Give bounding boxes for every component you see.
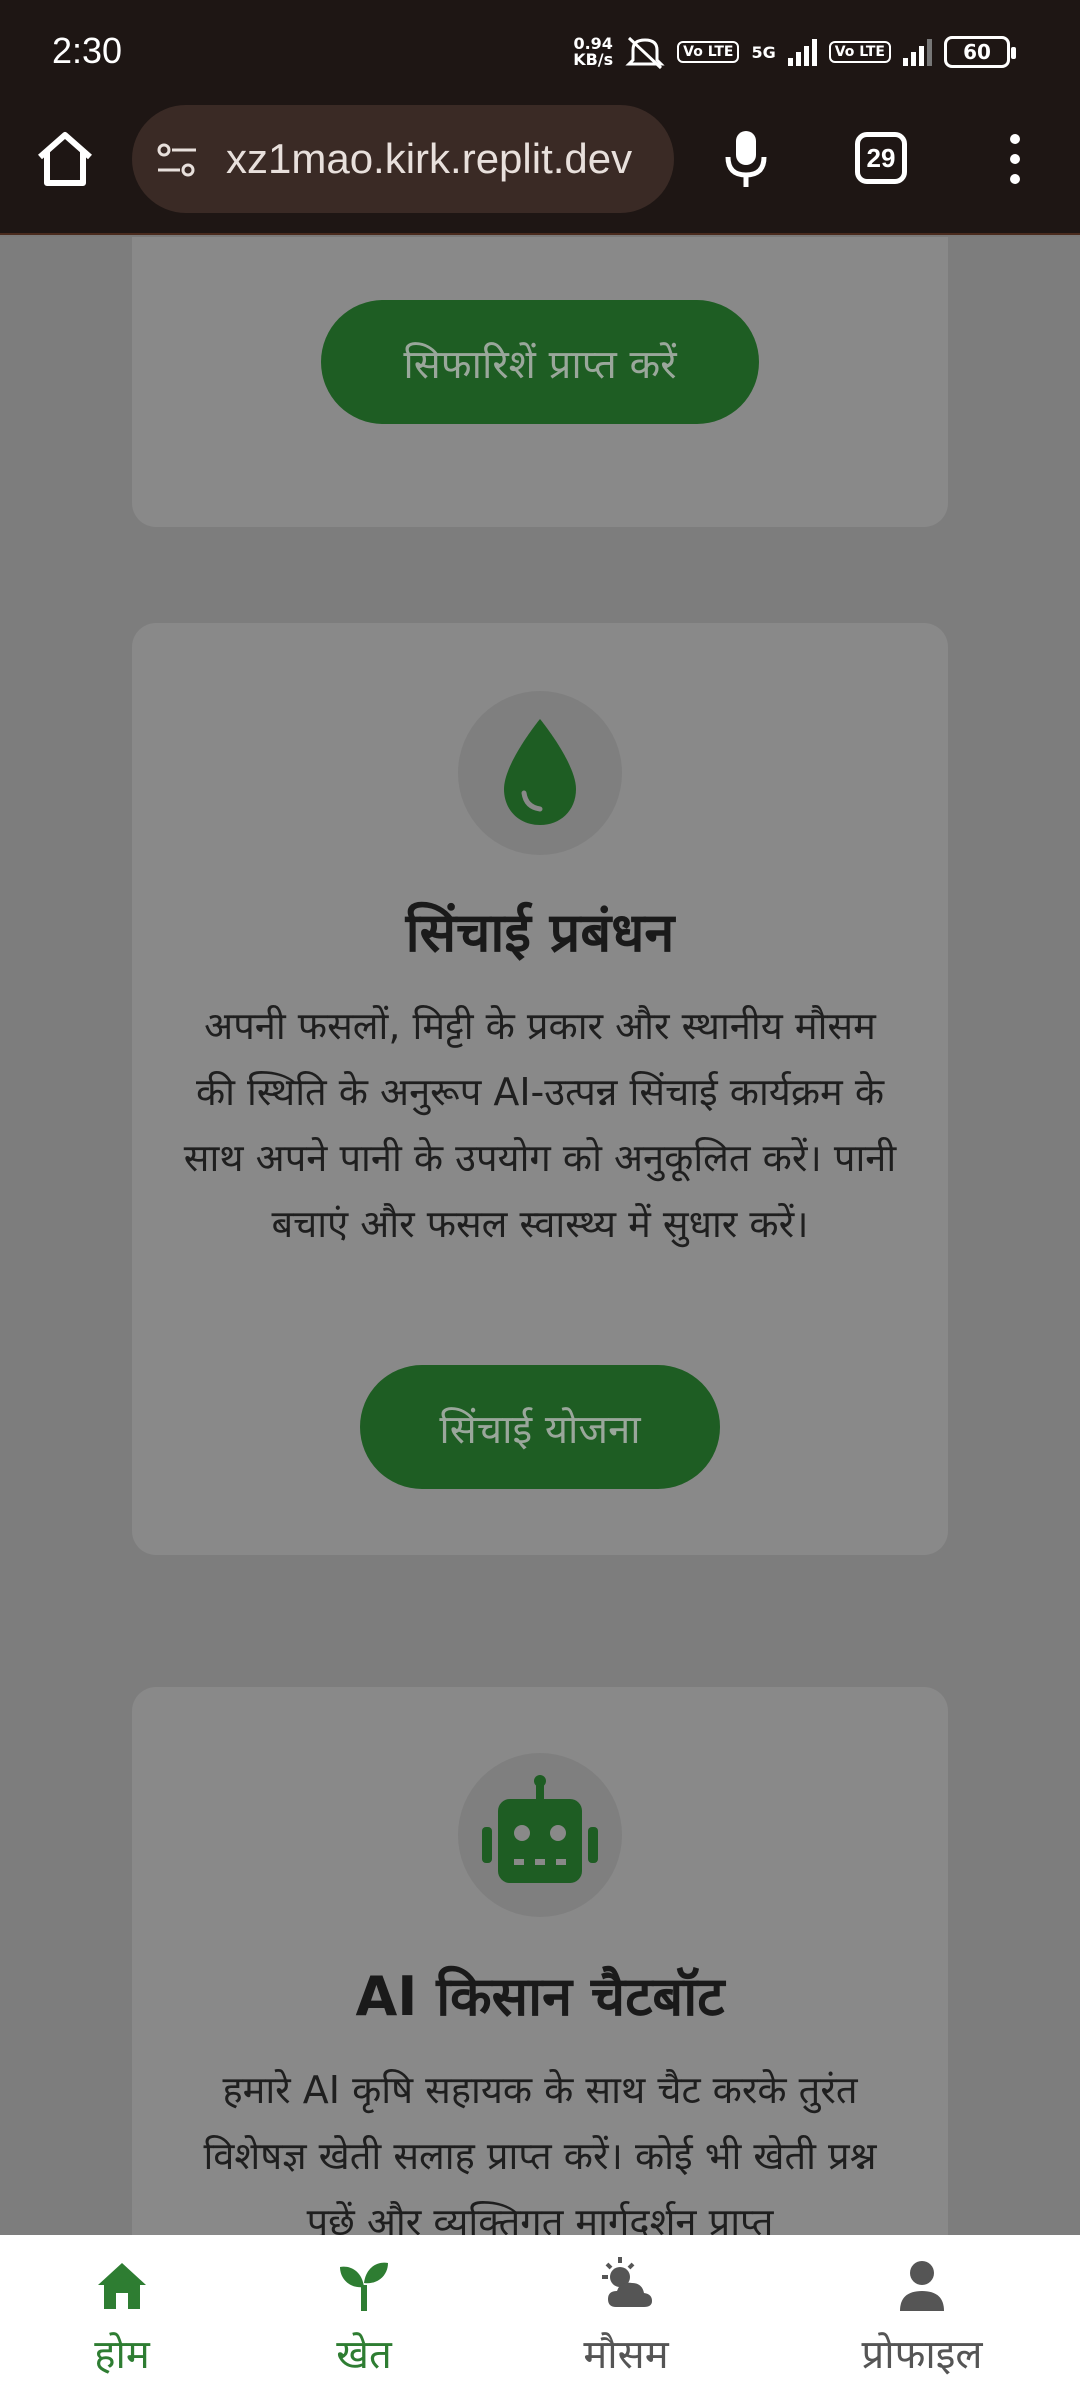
status-icons: 0.94 KB/s Vo LTE 5G Vo LTE 60	[573, 30, 1016, 74]
water-drop-icon	[504, 719, 576, 825]
volte-badge-1: Vo LTE	[677, 41, 740, 63]
nav-label: प्रोफाइल	[861, 2332, 983, 2378]
irrigation-card: सिंचाई प्रबंधन अपनी फसलों, मिट्टी के प्र…	[132, 623, 948, 1555]
card-description: अपनी फसलों, मिट्टी के प्रकार और स्थानीय …	[183, 1004, 897, 1246]
bottom-nav: होम खेत मौसम प्रोफाइल	[0, 2235, 1080, 2400]
url-text[interactable]: xz1mao.kirk.replit.dev	[226, 135, 632, 183]
get-recommendations-button[interactable]: सिफारिशें प्राप्त करें	[321, 300, 759, 424]
weather-icon	[602, 2257, 652, 2307]
sprout-icon	[340, 2262, 388, 2311]
more-menu-icon[interactable]	[1000, 129, 1030, 189]
nav-label: होम	[94, 2332, 150, 2378]
nav-item-field[interactable]: खेत	[264, 2255, 464, 2380]
chatbot-card: AI किसान चैटबॉट हमारे AI कृषि सहायक के स…	[132, 1687, 948, 2235]
nav-item-profile[interactable]: प्रोफाइल	[822, 2255, 1022, 2380]
nav-label: खेत	[336, 2332, 392, 2378]
status-time: 2:30	[52, 30, 123, 71]
nav-item-home[interactable]: होम	[22, 2255, 222, 2380]
browser-toolbar: xz1mao.kirk.replit.dev 29	[0, 105, 1080, 235]
home-icon	[98, 2263, 146, 2309]
network-type: 5G	[751, 42, 776, 62]
home-icon[interactable]	[30, 125, 100, 195]
battery-icon: 60	[944, 36, 1016, 68]
robot-icon	[482, 1775, 598, 1883]
irrigation-plan-button[interactable]: सिंचाई योजना	[360, 1365, 720, 1489]
signal-icon-2	[903, 38, 932, 66]
user-icon	[900, 2261, 944, 2311]
tab-switcher-button[interactable]: 29	[855, 132, 907, 184]
recommendations-card: सिफारिशें प्राप्त करें	[132, 237, 948, 527]
card-title: सिंचाई प्रबंधन	[405, 901, 675, 964]
nav-item-weather[interactable]: मौसम	[526, 2255, 726, 2380]
icon-circle	[458, 1753, 622, 1917]
page-content: सिफारिशें प्राप्त करें सिंचाई प्रबंधन अप…	[0, 237, 1080, 2235]
volte-badge-2: Vo LTE	[828, 41, 891, 63]
signal-icon-1	[787, 38, 817, 66]
nav-label: मौसम	[583, 2332, 669, 2378]
card-description: हमारे AI कृषि सहायक के साथ चैट करके तुरं…	[203, 2068, 877, 2235]
net-speed: 0.94 KB/s	[573, 34, 614, 69]
icon-circle	[458, 691, 622, 855]
status-bar: 2:30 0.94 KB/s Vo LTE 5G Vo LTE 60	[0, 0, 1080, 105]
microphone-icon[interactable]	[718, 125, 774, 195]
address-bar[interactable]: xz1mao.kirk.replit.dev	[132, 105, 674, 213]
site-settings-icon[interactable]	[154, 137, 200, 183]
card-title: AI किसान चैटबॉट	[355, 1965, 725, 2028]
mute-icon	[625, 36, 665, 70]
